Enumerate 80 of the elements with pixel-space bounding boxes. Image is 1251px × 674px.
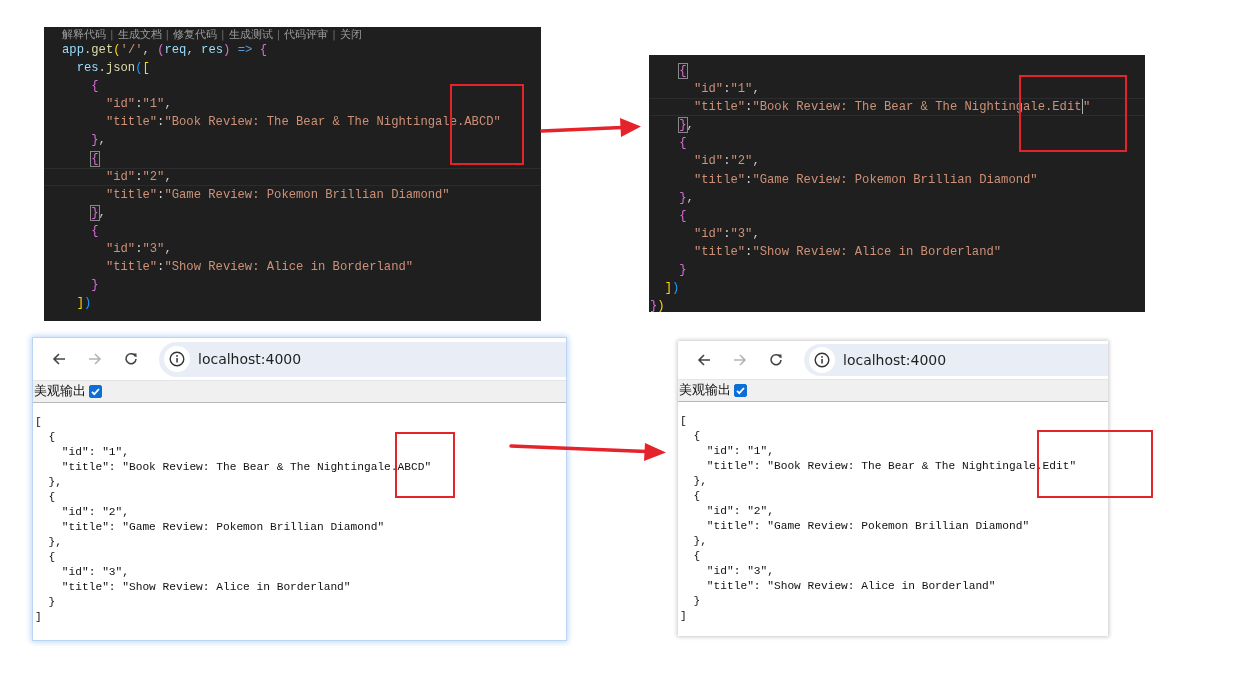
url-text: localhost:4000 — [198, 351, 302, 367]
codelens-link[interactable]: 修复代码 — [173, 27, 218, 41]
code-line: "title":"Show Review: Alice in Borderland" — [692, 244, 1002, 259]
json-line: { — [47, 550, 57, 565]
code-line: "id":"3", — [692, 226, 760, 241]
json-line: "title": "Show Review: Alice in Borderland" — [60, 580, 352, 595]
json-line: "title": "Show Review: Alice in Borderland" — [705, 579, 997, 594]
json-line: "id": "1", — [60, 445, 130, 460]
checkbox-label: 美观输出 — [679, 382, 731, 399]
json-line: }, — [692, 474, 708, 489]
code-line: } — [90, 278, 99, 293]
json-line: }, — [47, 475, 63, 490]
info-icon — [169, 351, 185, 367]
code-line: res.json([ — [75, 61, 150, 76]
checkbox[interactable] — [89, 385, 102, 398]
code-line: }, — [678, 190, 694, 205]
info-icon — [814, 352, 830, 368]
separator: | — [110, 27, 114, 41]
separator: | — [276, 27, 281, 41]
json-line: } — [692, 594, 702, 609]
separator: | — [332, 27, 336, 41]
back-arrow-icon — [697, 353, 711, 367]
json-line: [ — [680, 414, 688, 429]
code-line: "id":"3", — [104, 242, 172, 257]
code-line: "title":"Game Review: Pokemon Brillian Diamond" — [104, 187, 450, 202]
code-line: }, — [90, 133, 106, 148]
address-bar[interactable]: localhost:4000 — [804, 344, 1108, 376]
json-line: ] — [680, 609, 688, 624]
json-line: "id": "2", — [705, 504, 775, 519]
code-line: } — [678, 263, 687, 278]
separator: | — [221, 27, 225, 41]
forward-arrow-icon — [733, 353, 747, 367]
json-line: { — [47, 490, 57, 505]
code-line: "id":"1", — [692, 82, 760, 97]
code-line: app.get('/', (req, res) => { — [62, 43, 267, 57]
code-line: { — [678, 208, 687, 223]
code-line: { — [90, 79, 99, 94]
code-line: "id":"2", — [104, 169, 172, 184]
checkbox[interactable] — [734, 384, 747, 397]
code-line: }) — [650, 299, 665, 312]
code-line: "id":"2", — [692, 154, 760, 169]
code-line: { — [678, 64, 687, 78]
json-line: }, — [692, 534, 708, 549]
code-line: }, — [678, 118, 694, 133]
code-line: { — [90, 223, 99, 238]
json-line: "title": "Game Review: Pokemon Brillian Diamond" — [60, 520, 386, 535]
json-line: { — [692, 549, 702, 564]
json-line: "id": "2", — [60, 505, 130, 520]
code-line: "title":"Game Review: Pokemon Brillian Diamond" — [692, 172, 1038, 187]
json-line: { — [692, 429, 702, 444]
checkbox-label: 美观输出 — [34, 383, 86, 400]
json-line: } — [47, 595, 57, 610]
json-line: { — [692, 489, 702, 504]
json-line: "id": "1", — [705, 444, 775, 459]
code-line: ]) — [75, 296, 92, 311]
json-line: "id": "3", — [705, 564, 775, 579]
json-line: { — [47, 430, 57, 445]
codelens-link[interactable]: 关闭 — [339, 27, 362, 41]
code-line: "title":"Show Review: Alice in Borderland" — [104, 260, 414, 275]
reload-icon — [124, 352, 138, 366]
codelens-link[interactable]: 代码评审 — [284, 27, 329, 41]
forward-arrow-icon — [88, 352, 102, 366]
codelens-link[interactable]: 生成测试 — [228, 27, 273, 41]
code-line: "id":"1", — [104, 97, 172, 112]
code-line: { — [90, 151, 99, 166]
codelens-link[interactable]: 生成文档 — [117, 27, 162, 41]
url-text: localhost:4000 — [843, 352, 947, 368]
json-line: "title": "Game Review: Pokemon Brillian Diamond" — [705, 519, 1031, 534]
json-line: ] — [35, 610, 43, 625]
separator: | — [165, 27, 170, 41]
address-bar[interactable]: localhost:4000 — [159, 341, 566, 377]
code-line: ]) — [663, 281, 680, 296]
code-line: { — [678, 136, 687, 151]
code-line: }, — [90, 205, 106, 220]
back-arrow-icon — [52, 352, 66, 366]
codelens-link[interactable]: 解释代码 — [62, 27, 106, 41]
json-line: }, — [47, 535, 63, 550]
json-line: "id": "3", — [60, 565, 130, 580]
json-line: [ — [35, 415, 43, 430]
reload-icon — [769, 353, 783, 367]
